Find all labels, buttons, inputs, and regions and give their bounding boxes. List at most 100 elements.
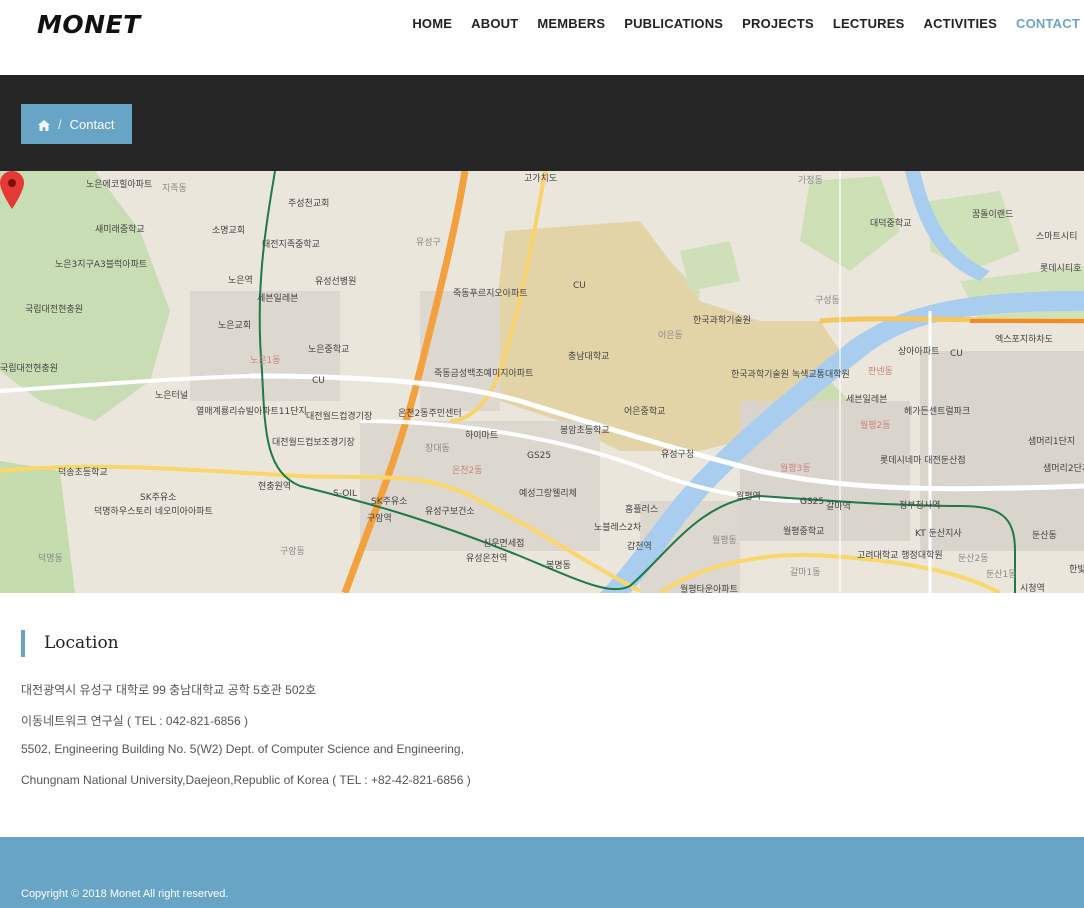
map-label: SK주유소 [371,497,408,507]
map-label: GS25 [800,497,825,507]
map-label: 세븐일레븐 [257,294,299,304]
map-label: 유성온천역 [466,554,508,564]
breadcrumb-current: Contact [69,116,115,132]
nav-about[interactable]: ABOUT [471,16,518,31]
nav-projects[interactable]: PROJECTS [742,16,814,31]
map-label: 봉명동 [546,561,571,571]
map-label: 세븐일레븐 [846,395,888,405]
map-label: 샘머리1단지 [1028,437,1076,447]
map-label: 덕명하우스토리 네오미아아파트 [94,507,213,517]
map-label: 구암역 [367,514,392,524]
map-pin-icon[interactable] [0,171,24,209]
map-label: 유성구청 [661,450,695,460]
map-label: CU [950,349,963,359]
map-label: 유성선병원 [315,277,357,287]
nav-members[interactable]: MEMBERS [537,16,605,31]
copyright-text: Copyright © 2018 Monet All right reserve… [21,888,229,900]
map-label: 노은에코힐아파트 [86,180,153,190]
map-label: 예성그랑웰리체 [519,489,577,499]
map-label: 봉암초등학교 [560,426,610,436]
map-label: 지족동 [162,184,187,194]
map-label: KT 둔산지사 [915,529,962,539]
map-label: 갈마1동 [790,568,821,578]
breadcrumb-separator: / [58,116,62,132]
map-label: 월평동 [712,536,737,546]
map-label: 꿈돌이랜드 [972,210,1014,220]
map-label: 구암동 [280,547,305,557]
map-label: 죽동금성백조예미지아파트 [434,369,534,379]
address-line-english-2: Chungnam National University,Daejeon,Rep… [21,773,471,787]
map-label: 열매계룡리슈빌아파트11단지 [196,407,307,417]
nav-home[interactable]: HOME [412,16,452,31]
page-banner: / Contact [0,75,1084,171]
map-label: 소명교회 [212,226,246,236]
map-label: 고려대학교 행정대학원 [857,551,943,561]
location-heading: Location [21,630,119,657]
site-footer: Copyright © 2018 Monet All right reserve… [0,837,1084,908]
map-label: CU [573,281,586,291]
map-label: 국립대전현충원 [25,305,83,315]
map-label: 어은동 [658,331,683,341]
map-label: 샘머리2단지 [1043,464,1084,474]
map-label: 노은교회 [218,321,252,331]
map-label: 월평3동 [780,464,811,474]
map-label: 둔산2동 [958,554,989,564]
map-label: 덕명동 [38,554,63,564]
main-nav: HOME ABOUT MEMBERS PUBLICATIONS PROJECTS… [412,16,1080,31]
map-label: 주성천교회 [288,199,330,209]
map-label: 온천2동 [452,466,483,476]
map-label: 하이마트 [465,431,499,441]
map-label: 정부청사역 [899,501,941,511]
lab-phone-korean: 이동네트워크 연구실 ( TEL : 042-821-6856 ) [21,714,248,728]
map-label: 노블레스2차 [594,523,642,533]
map-label: 헤가든센트럴파크 [904,407,971,417]
map-label: 국립대전현충원 [0,364,58,374]
map-label: 대전월드컵보조경기장 [272,438,355,448]
map-label: 판넨동 [868,367,893,377]
map-label: 월평역 [736,492,761,502]
map-label: 노은1동 [250,356,281,366]
map-label: 노은중학교 [308,345,350,355]
map-label: 갈마역 [826,502,851,512]
map-label: 대전월드컵경기장 [306,412,373,422]
nav-activities[interactable]: ACTIVITIES [924,16,998,31]
address-line-korean: 대전광역시 유성구 대학로 99 충남대학교 공학 5호관 502호 [21,683,317,697]
site-logo[interactable]: MONET [37,10,141,39]
map-label: 월평타운아파트 [680,585,738,593]
breadcrumb: / Contact [21,104,132,144]
map-label: 갑천역 [627,542,652,552]
map-label: 충남대학교 [568,352,610,362]
map-label: 둔산1동 [986,570,1017,580]
map-label: 덕송초등학교 [58,468,108,478]
map-label: 현충원역 [258,482,292,492]
map-label: 노은3지구A3블럭아파트 [55,260,148,270]
map-label: 롯데시네마 대전둔산점 [880,456,966,466]
nav-publications[interactable]: PUBLICATIONS [624,16,723,31]
location-map[interactable]: 고가치도 가정동 노은에코힐아파트 지족동 주성천교회 꿈돌이랜드 대덕중학교 … [0,171,1084,593]
map-label: SK주유소 [140,493,177,503]
map-label: 온천2동주민센터 [398,409,462,419]
map-label: 월평2동 [860,421,891,431]
site-header: MONET HOME ABOUT MEMBERS PUBLICATIONS PR… [0,0,1084,75]
nav-lectures[interactable]: LECTURES [833,16,905,31]
map-label: 스마트시티 [1036,232,1078,242]
map-label: 월평중학교 [783,527,825,537]
map-label: 가정동 [798,176,823,186]
home-icon[interactable] [38,119,50,131]
map-label: 노은터널 [155,391,189,401]
map-label: 죽동푸르지오아파트 [453,289,528,299]
map-label: 신우면세점 [483,539,525,549]
map-label: S-OIL [333,489,357,499]
map-label: 유성구 [416,238,441,248]
map-label: 상아아파트 [898,347,940,357]
map-label: 엑스포지하차도 [995,335,1053,345]
map-label: 장대동 [425,444,450,454]
map-label: 어은중학교 [624,407,666,417]
nav-contact[interactable]: CONTACT [1016,16,1080,31]
map-label: GS25 [527,451,552,461]
map-label: 구성동 [815,296,840,306]
map-label: 한국과학기술원 녹색교통대학원 [731,370,850,380]
address-line-english: 5502, Engineering Building No. 5(W2) Dep… [21,742,464,756]
map-label: 롯데시티호 [1040,264,1082,274]
map-label: 새미래중학교 [95,225,145,235]
